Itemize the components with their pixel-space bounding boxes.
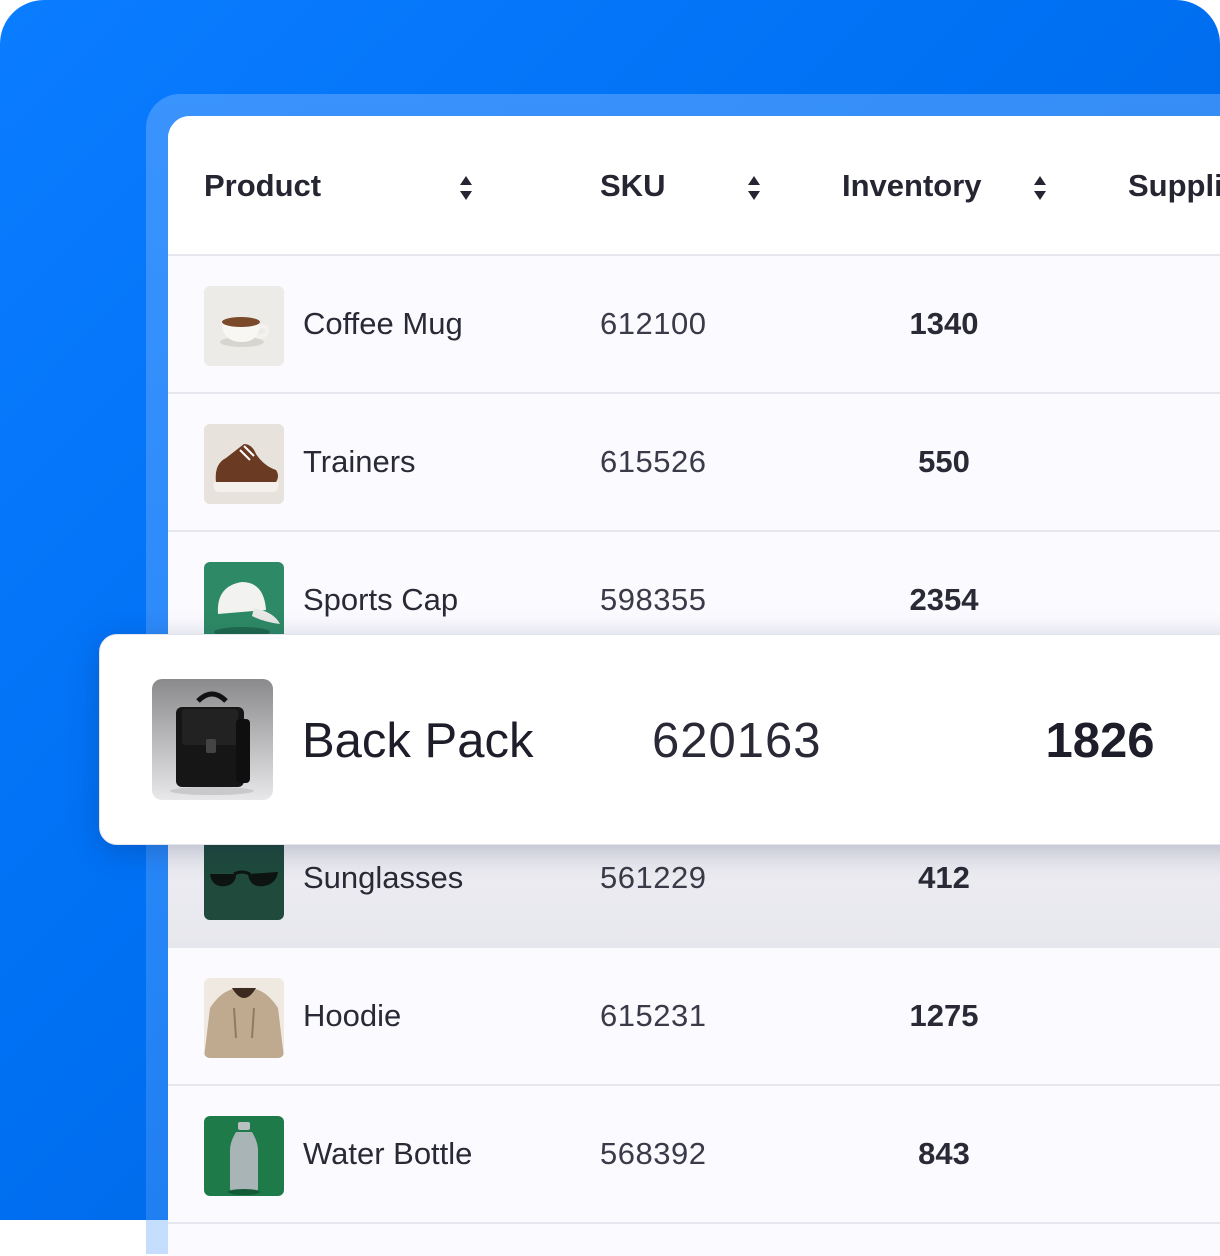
product-sku: 568392 <box>600 1136 707 1171</box>
back-pack-icon <box>152 679 273 800</box>
product-inventory: 1826 <box>1045 714 1155 768</box>
sort-icon[interactable] <box>1033 174 1047 202</box>
product-inventory: 843 <box>918 1136 970 1171</box>
product-name: Sunglasses <box>303 860 464 895</box>
hoodie-icon <box>204 978 284 1058</box>
sports-cap-icon <box>204 562 284 642</box>
product-sku: 615231 <box>600 998 707 1033</box>
product-sku: 561229 <box>600 860 707 895</box>
trainers-icon <box>204 424 284 504</box>
coffee-mug-icon <box>204 286 284 366</box>
product-inventory: 412 <box>918 860 970 895</box>
product-name: Back Pack <box>302 714 534 768</box>
table-row[interactable]: Trainers 615526 550 <box>168 394 1220 532</box>
column-header-product[interactable]: Product <box>204 168 321 204</box>
sort-icon[interactable] <box>747 174 761 202</box>
table-row[interactable]: Coffee Mug 612100 1340 <box>168 256 1220 394</box>
product-inventory: 2354 <box>909 582 979 617</box>
table-row[interactable]: Hoodie 615231 1275 <box>168 948 1220 1086</box>
product-sku: 620163 <box>652 714 822 768</box>
product-inventory: 550 <box>918 444 970 479</box>
product-name: Hoodie <box>303 998 402 1033</box>
product-name: Water Bottle <box>303 1136 473 1171</box>
product-sku: 612100 <box>600 306 707 341</box>
product-name: Sports Cap <box>303 582 459 617</box>
column-header-inventory[interactable]: Inventory <box>842 168 982 204</box>
product-inventory: 1340 <box>909 306 979 341</box>
column-header-sku[interactable]: SKU <box>600 168 665 204</box>
water-bottle-icon <box>204 1116 284 1196</box>
sunglasses-icon <box>204 840 284 920</box>
product-name: Trainers <box>303 444 416 479</box>
table-header: Product SKU Inventory Suppli <box>168 116 1220 256</box>
product-sku: 598355 <box>600 582 707 617</box>
highlighted-row[interactable]: Back Pack 620163 1826 <box>99 634 1220 845</box>
product-sku: 615526 <box>600 444 707 479</box>
table-row[interactable]: Water Bottle 568392 843 <box>168 1086 1220 1224</box>
product-name: Coffee Mug <box>303 306 463 341</box>
sort-icon[interactable] <box>459 174 473 202</box>
column-header-supplier[interactable]: Suppli <box>1128 168 1220 204</box>
product-inventory: 1275 <box>909 998 979 1033</box>
